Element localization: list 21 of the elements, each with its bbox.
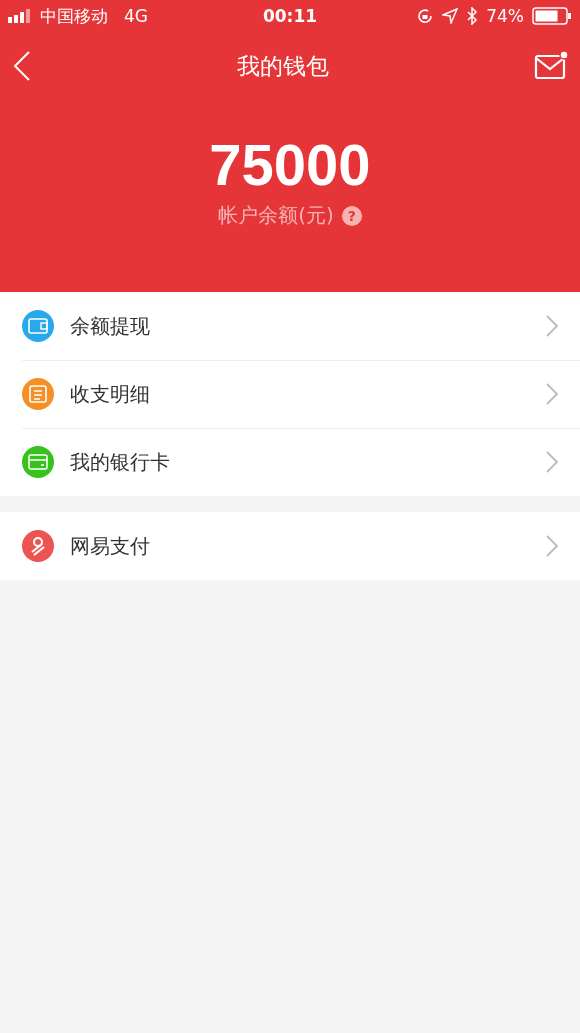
bluetooth-icon bbox=[466, 7, 479, 25]
battery-percent: 74% bbox=[486, 6, 524, 26]
menu-row[interactable]: 网易支付 bbox=[0, 512, 580, 580]
menu-row[interactable]: 收支明细 bbox=[0, 360, 580, 428]
status-time: 00:11 bbox=[262, 6, 318, 26]
back-icon[interactable] bbox=[12, 50, 32, 82]
menu-row[interactable]: 我的银行卡 bbox=[0, 428, 580, 496]
chevron-icon bbox=[546, 383, 558, 405]
balance-amount: 75000 bbox=[209, 136, 371, 194]
chevron-icon bbox=[546, 315, 558, 337]
rotation-lock-icon bbox=[416, 7, 435, 25]
carrier-name: 中国移动 bbox=[40, 4, 108, 28]
menu-row[interactable]: 余额提现 bbox=[0, 292, 580, 360]
chevron-icon bbox=[546, 535, 558, 557]
balance-label: 帐户余额(元) bbox=[218, 202, 334, 229]
page-title: 我的钱包 bbox=[237, 51, 329, 81]
mail-icon[interactable] bbox=[534, 50, 570, 82]
location-icon bbox=[442, 8, 459, 24]
network-type: 4G bbox=[124, 6, 148, 26]
chevron-icon bbox=[546, 451, 558, 473]
battery-icon bbox=[532, 7, 572, 25]
